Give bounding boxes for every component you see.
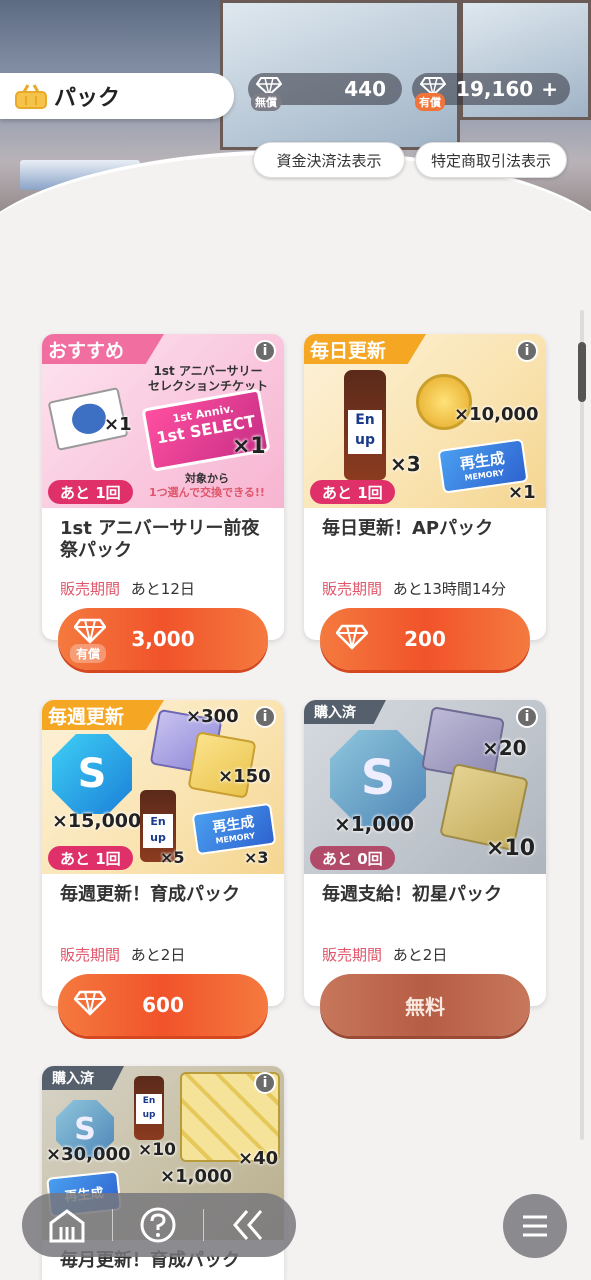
book1-qty: ×20	[482, 736, 527, 760]
period-label: 販売期間	[322, 946, 383, 964]
commercial-law-button[interactable]: 特定商取引法表示	[415, 142, 567, 178]
buy-button-daily[interactable]: 200	[320, 608, 530, 670]
back-button[interactable]	[204, 1193, 294, 1257]
book2-qty: ×150	[218, 766, 271, 787]
free-gem-counter: 無償 440	[248, 73, 402, 111]
tickets-qty: ×1	[104, 414, 132, 435]
gem-icon	[74, 618, 106, 644]
period-label: 販売期間	[60, 580, 121, 598]
buy-button-weekly[interactable]: 600	[58, 974, 268, 1036]
remaining-count: あと 1回	[48, 480, 133, 504]
info-icon[interactable]: i	[254, 706, 276, 728]
book-gold	[187, 731, 257, 799]
period-value: あと2日	[392, 946, 448, 964]
purchased-ribbon: 購入済	[304, 700, 386, 724]
period-value: あと2日	[130, 946, 186, 964]
back-icon	[233, 1210, 263, 1240]
s-qty: ×30,000	[46, 1144, 131, 1165]
add-gem-button[interactable]: +	[541, 77, 558, 101]
book-qty: ×40	[238, 1148, 279, 1169]
pack-name: 毎週支給！初星パック	[322, 884, 502, 905]
bottle-qty: ×10	[138, 1140, 176, 1160]
info-icon[interactable]: i	[516, 340, 538, 362]
bottle-qty: ×3	[390, 452, 421, 476]
price: 3,000	[131, 627, 195, 651]
menu-button[interactable]	[503, 1194, 567, 1258]
note-line1: 対象から	[185, 472, 229, 485]
memory-qty: ×3	[244, 848, 269, 867]
hamburger-icon	[523, 1215, 547, 1237]
paid-gem-value: 19,160	[456, 77, 534, 101]
shopping-basket-icon	[15, 84, 47, 109]
period-value: あと12日	[130, 580, 195, 598]
home-button[interactable]	[22, 1193, 112, 1257]
memory-qty: ×1	[508, 482, 536, 503]
buy-button-free[interactable]: 無料	[320, 974, 530, 1036]
free-tag: 無償	[251, 93, 281, 111]
buy-button-anniversary[interactable]: 有償 3,000	[58, 608, 268, 670]
remaining-count: あと 0回	[310, 846, 395, 870]
card-ribbon: おすすめ	[42, 334, 165, 364]
scrollbar-track[interactable]	[580, 310, 584, 1140]
gem-icon	[74, 990, 106, 1016]
price: 200	[404, 627, 446, 651]
note-line2: 1つ選んで交換できる!!	[149, 486, 265, 499]
pack-card-daily[interactable]: En up ×3 ×10,000 再生成 MEMORY ×1 毎日更新 i あと…	[304, 334, 546, 640]
sale-period: 販売期間 あと2日	[60, 944, 185, 965]
page-title-pill: パック	[0, 73, 234, 119]
ticket-qty: ×1	[232, 434, 266, 459]
scrollbar-thumb[interactable]	[578, 342, 586, 402]
s-badge: S	[52, 734, 132, 814]
help-icon	[140, 1207, 176, 1243]
page-title: パック	[54, 86, 121, 111]
period-label: 販売期間	[60, 946, 121, 964]
sale-period: 販売期間 あと2日	[322, 944, 447, 965]
bottle-qty: ×5	[160, 848, 185, 867]
help-button[interactable]	[113, 1193, 203, 1257]
remaining-count: あと 1回	[48, 846, 133, 870]
sale-period: 販売期間 あと13時間14分	[322, 578, 506, 599]
gem-icon	[336, 624, 368, 650]
card-ribbon: 毎週更新	[42, 700, 165, 730]
energy-bottle: En up	[134, 1076, 164, 1140]
energy-bottle: En up	[344, 370, 386, 480]
pack-card-anniversary[interactable]: 1st アニバーサリー セレクションチケット ×1 1st Anniv. 1st…	[42, 334, 284, 640]
info-icon[interactable]: i	[254, 1072, 276, 1094]
book1-qty: ×300	[186, 706, 239, 727]
price: 600	[142, 993, 184, 1017]
coin-qty: ×10,000	[454, 404, 539, 425]
s-qty: ×1,000	[334, 812, 415, 836]
info-icon[interactable]: i	[516, 706, 538, 728]
pack-name: 毎週更新！育成パック	[60, 884, 240, 905]
paid-tag: 有償	[70, 644, 107, 663]
bottom-nav	[22, 1193, 296, 1257]
home-icon	[49, 1209, 85, 1243]
period-value: あと13時間14分	[392, 580, 506, 598]
payment-law-button[interactable]: 資金決済法表示	[253, 142, 405, 178]
paid-tag: 有償	[415, 93, 445, 111]
book2-qty: ×10	[486, 836, 536, 861]
card-ribbon: 毎日更新	[304, 334, 427, 364]
s-qty: ×15,000	[52, 810, 142, 832]
purchased-ribbon: 購入済	[42, 1066, 124, 1090]
info-icon[interactable]: i	[254, 340, 276, 362]
paid-gem-counter[interactable]: 有償 19,160 +	[412, 73, 570, 111]
free-gem-value: 440	[344, 77, 386, 101]
sale-period: 販売期間 あと12日	[60, 578, 195, 599]
header-background	[0, 0, 591, 270]
pack-card-weekly[interactable]: S ×15,000 ×300 ×150 En up ×5 再生成 MEMORY …	[42, 700, 284, 1006]
b-qty: ×1,000	[160, 1166, 233, 1187]
pack-name: 毎日更新！APパック	[322, 518, 494, 539]
banner-line1: 1st アニバーサリー	[153, 364, 263, 378]
period-label: 販売期間	[322, 580, 383, 598]
pack-card-weekly-free[interactable]: S ×1,000 ×20 ×10 購入済 i あと 0回 毎週支給！初星パック …	[304, 700, 546, 1006]
select-ticket: 1st Anniv. 1st SELECT	[141, 388, 271, 472]
remaining-count: あと 1回	[310, 480, 395, 504]
pack-name: 1st アニバーサリー前夜祭パック	[60, 518, 260, 561]
